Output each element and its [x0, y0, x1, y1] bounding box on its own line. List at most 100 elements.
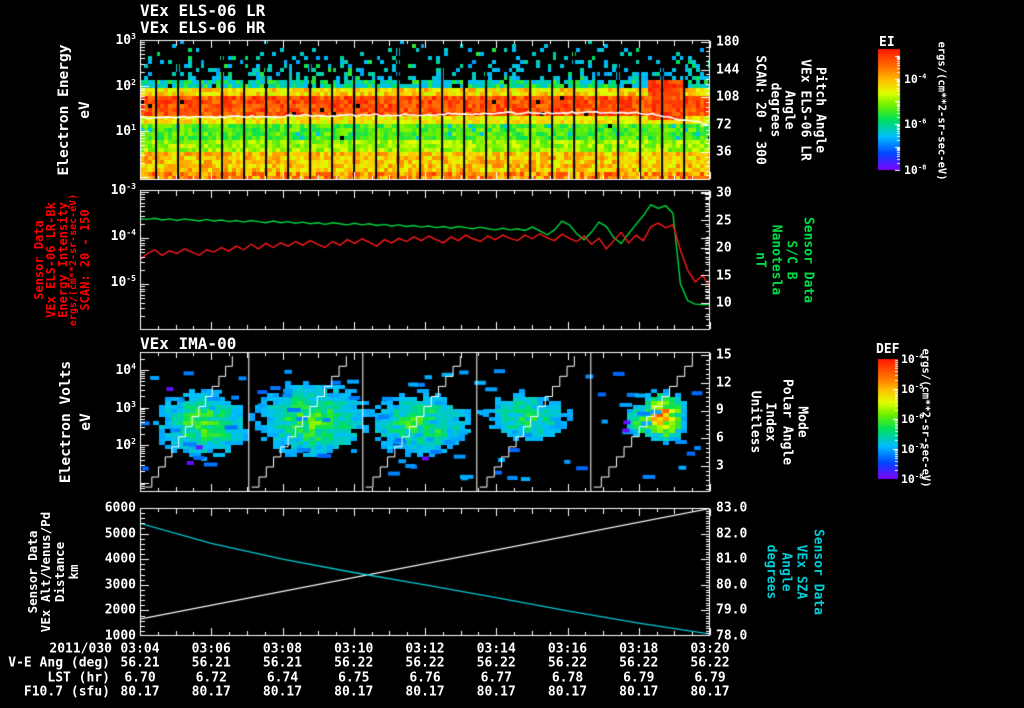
els-right-tick: 72 — [716, 117, 732, 133]
ima-right-tick: 3 — [716, 458, 724, 474]
eph-left-axis-label: km — [65, 564, 81, 580]
table-row-label: F10.7 (sfu) — [23, 684, 110, 700]
els-left-axis-label: eV — [76, 101, 93, 119]
bk-y-tick: 10-5 — [110, 273, 136, 291]
table-value: 80.17 — [476, 684, 516, 700]
time-tick-label: 03:10 — [334, 641, 374, 656]
table-value: 6.70 — [124, 670, 156, 685]
bk-right-axis-label: nT — [752, 252, 768, 268]
ima-y-tick: 103 — [115, 399, 136, 416]
table-value: 56.21 — [120, 655, 160, 671]
time-tick-label: 03:20 — [690, 641, 730, 656]
table-value: 56.22 — [405, 655, 445, 671]
date-label: 2011/030 — [49, 641, 112, 656]
table-value: 56.22 — [547, 655, 588, 671]
ima-y-tick: 104 — [115, 361, 136, 379]
colorbar-def-tick: 10-5 — [901, 381, 924, 397]
eph-right-axis-label: VEx SZA — [793, 544, 809, 600]
table-value: 6.72 — [195, 670, 227, 685]
colorbar-def-tick: 10-4 — [901, 351, 924, 367]
eph-right-tick: 82.0 — [716, 526, 748, 542]
eph-y-tick: 3000 — [104, 577, 136, 593]
eph-right-tick: 80.0 — [716, 577, 748, 593]
table-value: 6.79 — [694, 670, 726, 685]
ima-right-tick: 12 — [716, 375, 732, 391]
ima-right-axis-label: Unitless — [747, 390, 763, 454]
table-value: 6.78 — [551, 670, 584, 685]
els-right-tick: 180 — [716, 34, 740, 50]
els-right-axis-label: SCAN: 20 - 300 — [752, 55, 768, 165]
ima-y-tick: 102 — [115, 436, 136, 454]
els-right-tick: 108 — [716, 89, 740, 105]
table-value: 56.21 — [262, 655, 303, 671]
els-right-tick: 144 — [716, 62, 740, 78]
bk-right-tick: 10 — [716, 295, 732, 311]
els-y-tick: 102 — [115, 77, 136, 94]
els-hr-panel-title: VEx ELS-06 HR — [140, 18, 266, 37]
colorbar-ei-tick: 10-6 — [904, 116, 927, 132]
eph-right-tick: 81.0 — [716, 551, 748, 567]
bk-right-axis-label: S/C B — [783, 240, 799, 280]
colorbar-def-tick: 10-7 — [901, 441, 924, 457]
table-value: 80.17 — [120, 684, 160, 700]
ima-panel-title: VEx IMA-00 — [140, 334, 237, 353]
eph-right-axis-label: Angle — [778, 552, 794, 592]
eph-right-tick: 79.0 — [716, 602, 748, 618]
els-right-axis-label: degrees — [767, 82, 783, 138]
ima-right-axis-label: Mode — [794, 406, 810, 438]
time-tick-label: 03:12 — [405, 641, 445, 656]
colorbar-def-tick: 10-8 — [901, 471, 924, 487]
bk-y-tick: 10-4 — [110, 227, 136, 245]
colorbar-ei-label: EI — [879, 35, 895, 50]
els-lr-panel-title: VEx ELS-06 LR — [140, 1, 266, 20]
eph-y-tick: 4000 — [104, 551, 136, 567]
table-value: 80.17 — [405, 684, 445, 700]
table-row-label: LST (hr) — [47, 670, 110, 685]
time-tick-label: 03:18 — [619, 641, 659, 656]
colorbar-def-tick: 10-6 — [901, 411, 924, 427]
bk-right-tick: 15 — [716, 268, 732, 283]
colorbar-ei-tick: 10-8 — [904, 161, 927, 177]
ima-left-axis-label: Electron Volts — [57, 360, 74, 484]
colorbar-ei-tick: 10-4 — [904, 70, 927, 86]
colorbar-ei-units: ergs/(cm**2-sr-sec-eV) — [935, 41, 948, 181]
ima-right-axis-label: Index — [762, 402, 778, 442]
eph-y-tick: 5000 — [104, 526, 136, 542]
table-value: 80.17 — [191, 684, 231, 700]
table-value: 6.75 — [338, 670, 370, 685]
eph-right-axis-label: Sensor Data — [810, 528, 826, 616]
bk-right-axis-label: Sensor Data — [800, 216, 816, 304]
eph-left-axis-label: Distance — [51, 541, 67, 603]
els-right-axis-label: Angle — [781, 90, 797, 130]
bk-right-tick: 30 — [716, 185, 732, 201]
table-value: 56.22 — [619, 655, 659, 671]
time-tick-label: 03:04 — [120, 641, 160, 656]
table-value: 56.22 — [476, 655, 516, 671]
ima-right-tick: 6 — [716, 430, 724, 446]
eph-y-tick: 6000 — [104, 500, 136, 516]
els-right-tick: 36 — [716, 144, 732, 160]
ima-right-axis-label: Polar Angle — [779, 378, 795, 466]
table-value: 56.21 — [191, 655, 231, 671]
table-value: 80.17 — [690, 684, 730, 700]
table-value: 80.17 — [619, 684, 659, 700]
bk-left-axis-label: SCAN: 20 - 150 — [78, 209, 92, 311]
time-tick-label: 03:14 — [476, 641, 516, 656]
els-y-tick: 103 — [115, 31, 136, 49]
table-row-label: V-E Ang (deg) — [8, 655, 110, 671]
eph-y-tick: 2000 — [104, 602, 136, 618]
eph-right-tick: 83.0 — [716, 500, 748, 516]
ima-right-tick: 15 — [716, 347, 732, 363]
els-left-axis-label: Electron Energy — [55, 44, 72, 176]
table-value: 56.22 — [690, 655, 730, 671]
time-tick-label: 03:06 — [191, 641, 231, 656]
table-value: 80.17 — [262, 684, 303, 700]
bk-y-tick: 10-3 — [110, 181, 136, 199]
cdaweb-plot-stage: VEx ELS-06 LR VEx ELS-06 HR VEx IMA-00 E… — [0, 0, 1024, 708]
plot-canvas — [0, 0, 1024, 708]
ima-left-axis-label: eV — [77, 413, 94, 431]
table-value: 56.22 — [334, 655, 374, 671]
table-value: 6.79 — [623, 670, 655, 685]
eph-left-axis-label: VEx Alt/Venus/Pd — [37, 511, 53, 633]
bk-right-tick: 25 — [716, 213, 732, 228]
